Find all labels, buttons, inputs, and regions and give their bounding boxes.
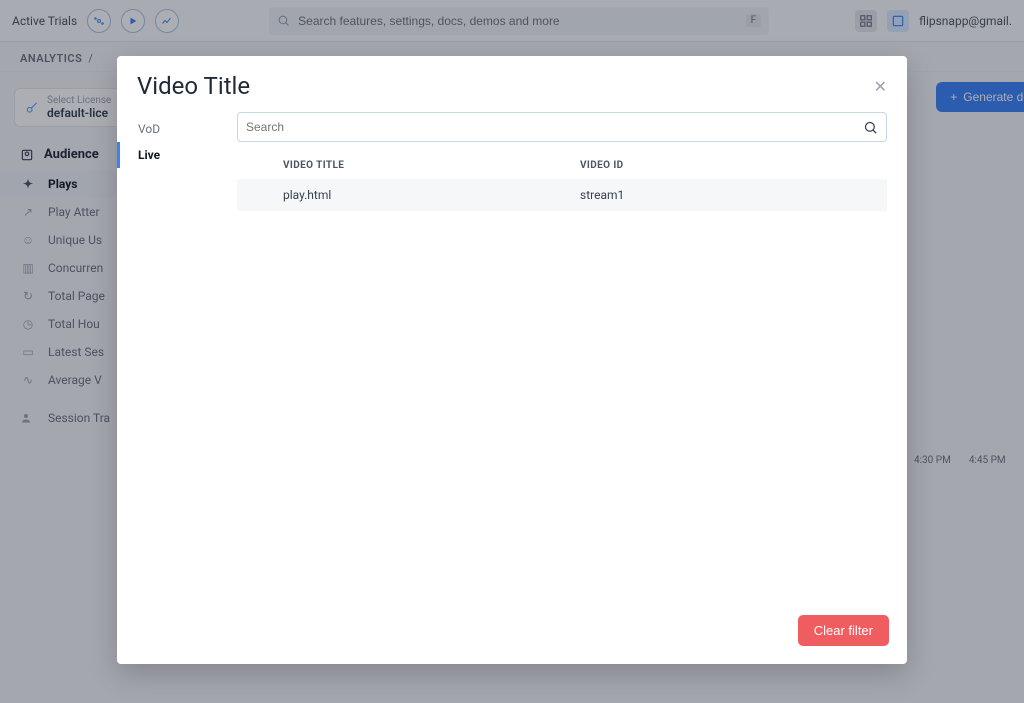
table-header: VIDEO TITLE VIDEO ID <box>237 142 887 179</box>
modal-search[interactable] <box>237 112 887 142</box>
clear-filter-button[interactable]: Clear filter <box>798 615 889 646</box>
search-icon <box>863 120 878 135</box>
modal-backdrop[interactable]: Video Title ✕ VoD Live VIDEO TITLE VIDEO… <box>0 0 1024 703</box>
col-video-title: VIDEO TITLE <box>283 160 580 171</box>
video-title-modal: Video Title ✕ VoD Live VIDEO TITLE VIDEO… <box>117 56 907 664</box>
modal-tabs: VoD Live <box>117 110 237 603</box>
tab-vod[interactable]: VoD <box>117 116 237 142</box>
cell-video-title: play.html <box>283 188 580 202</box>
cell-video-id: stream1 <box>580 188 877 202</box>
tab-live[interactable]: Live <box>117 142 237 168</box>
col-video-id: VIDEO ID <box>580 160 877 171</box>
modal-title: Video Title <box>137 72 250 100</box>
table-row[interactable]: play.html stream1 <box>237 179 887 211</box>
modal-search-input[interactable] <box>246 120 863 134</box>
close-icon[interactable]: ✕ <box>874 77 887 96</box>
